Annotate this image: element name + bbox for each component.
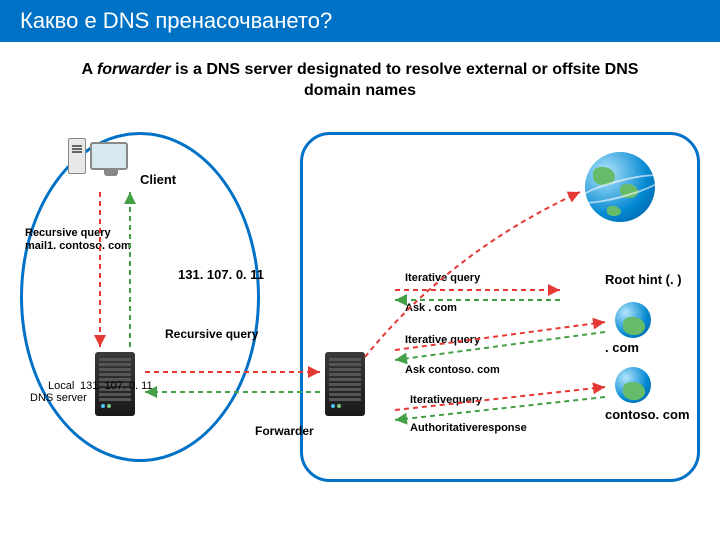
iter-query-1: Iterative query (405, 272, 480, 284)
slide-title: Какво е DNS пренасочването? (0, 0, 720, 42)
client-computer-icon (90, 142, 128, 170)
forwarder-label: Forwarder (255, 424, 314, 438)
forwarder-server-icon (325, 352, 365, 416)
dns-diagram: Client Recursive query mail1. contoso. c… (0, 112, 720, 532)
mail-host-label: mail1. contoso. com (25, 240, 131, 252)
auth-response: Authoritativeresponse (410, 422, 527, 434)
subtitle-prefix: A (82, 61, 97, 78)
local-dns-label-2: DNS server (30, 392, 87, 404)
root-hint-label: Root hint (. ) (605, 272, 682, 287)
com-label: . com (605, 340, 639, 355)
ip-label-1: 131. 107. 0. 11 (178, 267, 264, 282)
com-globe-icon (615, 302, 651, 338)
recursive-query-label-1: Recursive query (25, 227, 111, 239)
contoso-globe-icon (615, 367, 651, 403)
ask-com: Ask . com (405, 302, 457, 314)
local-dns-label-1: Local (48, 380, 74, 392)
iter-query-3: Iterativequery (410, 394, 482, 406)
iter-query-2: Iterative query (405, 334, 480, 346)
ip-label-2: 131. 107. 0. 11 (80, 380, 153, 392)
subtitle-em: forwarder (97, 61, 171, 78)
subtitle: A forwarder is a DNS server designated t… (60, 60, 660, 102)
subtitle-rest: is a DNS server designated to resolve ex… (171, 61, 639, 99)
recursive-query-label-2: Recursive query (165, 327, 258, 341)
ask-contoso: Ask contoso. com (405, 364, 500, 376)
contoso-label: contoso. com (605, 407, 690, 422)
root-hint-globe-icon (585, 152, 655, 222)
client-label: Client (140, 172, 176, 187)
